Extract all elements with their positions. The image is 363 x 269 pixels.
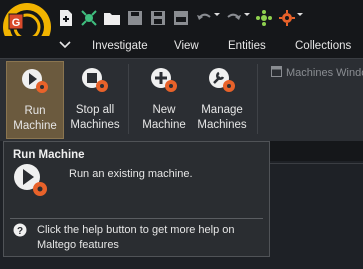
stop-all-machines-button[interactable]: Stop all Machines bbox=[66, 61, 124, 139]
manage-machines-label-1: Manage bbox=[201, 104, 243, 116]
tooltip-description: Run an existing machine. bbox=[69, 168, 193, 180]
transform-icon[interactable] bbox=[81, 10, 97, 26]
window-icon bbox=[271, 66, 282, 77]
hub-icon[interactable] bbox=[256, 10, 272, 26]
new-machine-label-2: Machine bbox=[142, 119, 186, 131]
svg-text:G: G bbox=[12, 17, 21, 29]
new-machine-icon bbox=[151, 68, 177, 92]
menu-investigate[interactable]: Investigate bbox=[92, 40, 148, 52]
save-as-icon[interactable] bbox=[150, 10, 166, 26]
menu-entities[interactable]: Entities bbox=[228, 40, 266, 52]
redo-icon[interactable] bbox=[226, 10, 242, 26]
undo-icon[interactable] bbox=[196, 10, 212, 26]
abc-icon[interactable] bbox=[173, 10, 189, 26]
menu-collections[interactable]: Collections bbox=[295, 40, 351, 52]
open-folder-icon[interactable] bbox=[104, 10, 120, 26]
ribbon-separator bbox=[128, 64, 129, 134]
stop-machines-icon bbox=[82, 68, 108, 92]
run-machine-icon bbox=[22, 69, 48, 93]
machines-window-button[interactable]: Machines Windo bbox=[271, 66, 363, 79]
tooltip-help-text: Click the help button to get more help o… bbox=[37, 224, 235, 251]
run-machine-dropdown-icon[interactable] bbox=[297, 12, 303, 16]
divider bbox=[270, 163, 363, 164]
stop-all-label-1: Stop all bbox=[75, 104, 115, 116]
save-icon[interactable] bbox=[127, 10, 143, 26]
undo-dropdown-icon[interactable] bbox=[214, 12, 220, 16]
svg-text:?: ? bbox=[17, 226, 23, 237]
new-machine-button[interactable]: New Machine bbox=[135, 61, 193, 139]
ribbon-separator bbox=[257, 64, 258, 134]
stop-all-label-2: Machines bbox=[70, 119, 120, 131]
manage-machines-label-2: Machines bbox=[197, 119, 247, 131]
run-machine-label-2: Machine bbox=[13, 120, 57, 132]
workspace-tab-strip bbox=[270, 141, 363, 161]
machines-window-label: Machines Windo bbox=[286, 67, 363, 79]
manage-machines-icon bbox=[209, 68, 235, 92]
run-machine-label-1: Run bbox=[24, 105, 46, 117]
chevron-down-icon[interactable] bbox=[59, 41, 71, 49]
run-machine-icon[interactable] bbox=[279, 10, 295, 26]
toolbar-icon-row bbox=[58, 7, 309, 29]
new-icon[interactable] bbox=[58, 10, 74, 26]
tooltip-divider bbox=[10, 218, 263, 219]
menu-view[interactable]: View bbox=[174, 40, 199, 52]
run-machine-icon bbox=[14, 164, 47, 196]
manage-machines-button[interactable]: Manage Machines bbox=[193, 61, 251, 139]
help-icon[interactable]: ? bbox=[13, 223, 27, 237]
tooltip: Run Machine Run an existing machine. ? C… bbox=[3, 141, 270, 257]
run-machine-button[interactable]: Run Machine bbox=[6, 61, 64, 139]
redo-dropdown-icon[interactable] bbox=[244, 12, 250, 16]
new-machine-label-1: New bbox=[152, 104, 176, 116]
tooltip-title: Run Machine bbox=[13, 149, 85, 161]
